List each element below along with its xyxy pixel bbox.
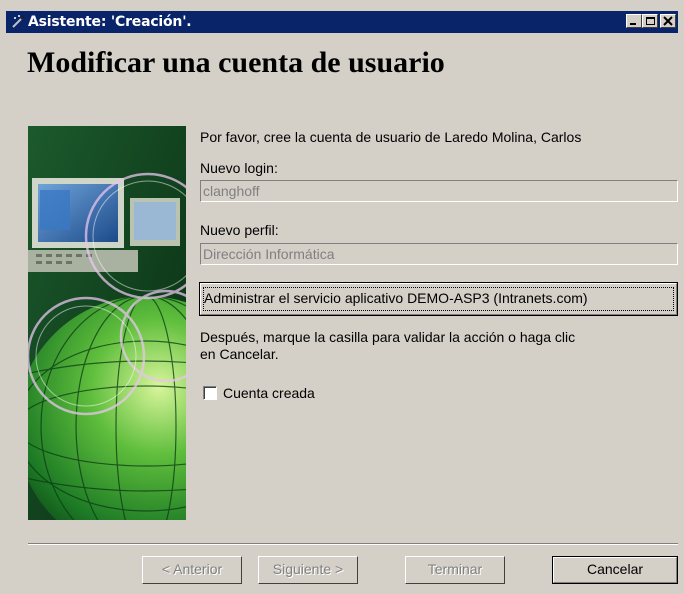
wizard-wand-icon [10,14,26,30]
footer-divider [28,543,678,545]
profile-value: Dirección Informática [203,246,335,262]
login-field[interactable]: clanghoff [200,180,678,202]
minimize-button[interactable] [626,14,642,28]
title-bar[interactable]: Asistente: 'Creación'. [6,11,678,33]
cancel-button[interactable]: Cancelar [552,556,678,584]
back-button[interactable]: < Anterior [142,556,242,584]
cancel-label: Cancelar [586,561,644,577]
close-button[interactable] [660,14,676,28]
page-title: Modificar una cuenta de usuario [27,46,445,79]
login-value: clanghoff [203,183,260,199]
account-created-checkbox[interactable] [203,386,217,400]
instructions-line-2: en Cancelar. [200,346,279,362]
instructions-line-1: Después, marque la casilla para validar … [200,329,576,345]
next-button[interactable]: Siguiente > [258,556,358,584]
finish-label: Terminar [427,561,483,577]
computer-globe-illustration [15,126,277,557]
maximize-button[interactable] [642,14,658,28]
intro-text: Por favor, cree la cuenta de usuario de … [200,129,582,145]
profile-label: Nuevo perfil: [200,222,279,238]
finish-button[interactable]: Terminar [405,556,505,584]
wizard-window: Asistente: 'Creación'. Modificar una cue… [0,0,684,594]
administer-service-label: Administrar el servicio aplicativo DEMO-… [204,290,588,306]
back-label: < Anterior [161,561,223,577]
maximize-icon [646,17,655,25]
minimize-icon [630,23,636,25]
profile-field[interactable]: Dirección Informática [200,243,678,265]
login-label: Nuevo login: [200,160,278,176]
account-created-label[interactable]: Cuenta creada [223,385,315,401]
next-label: Siguiente > [272,561,344,577]
administer-service-button[interactable]: Administrar el servicio aplicativo DEMO-… [199,282,678,316]
close-icon [663,16,673,26]
window-title: Asistente: 'Creación'. [28,14,192,30]
